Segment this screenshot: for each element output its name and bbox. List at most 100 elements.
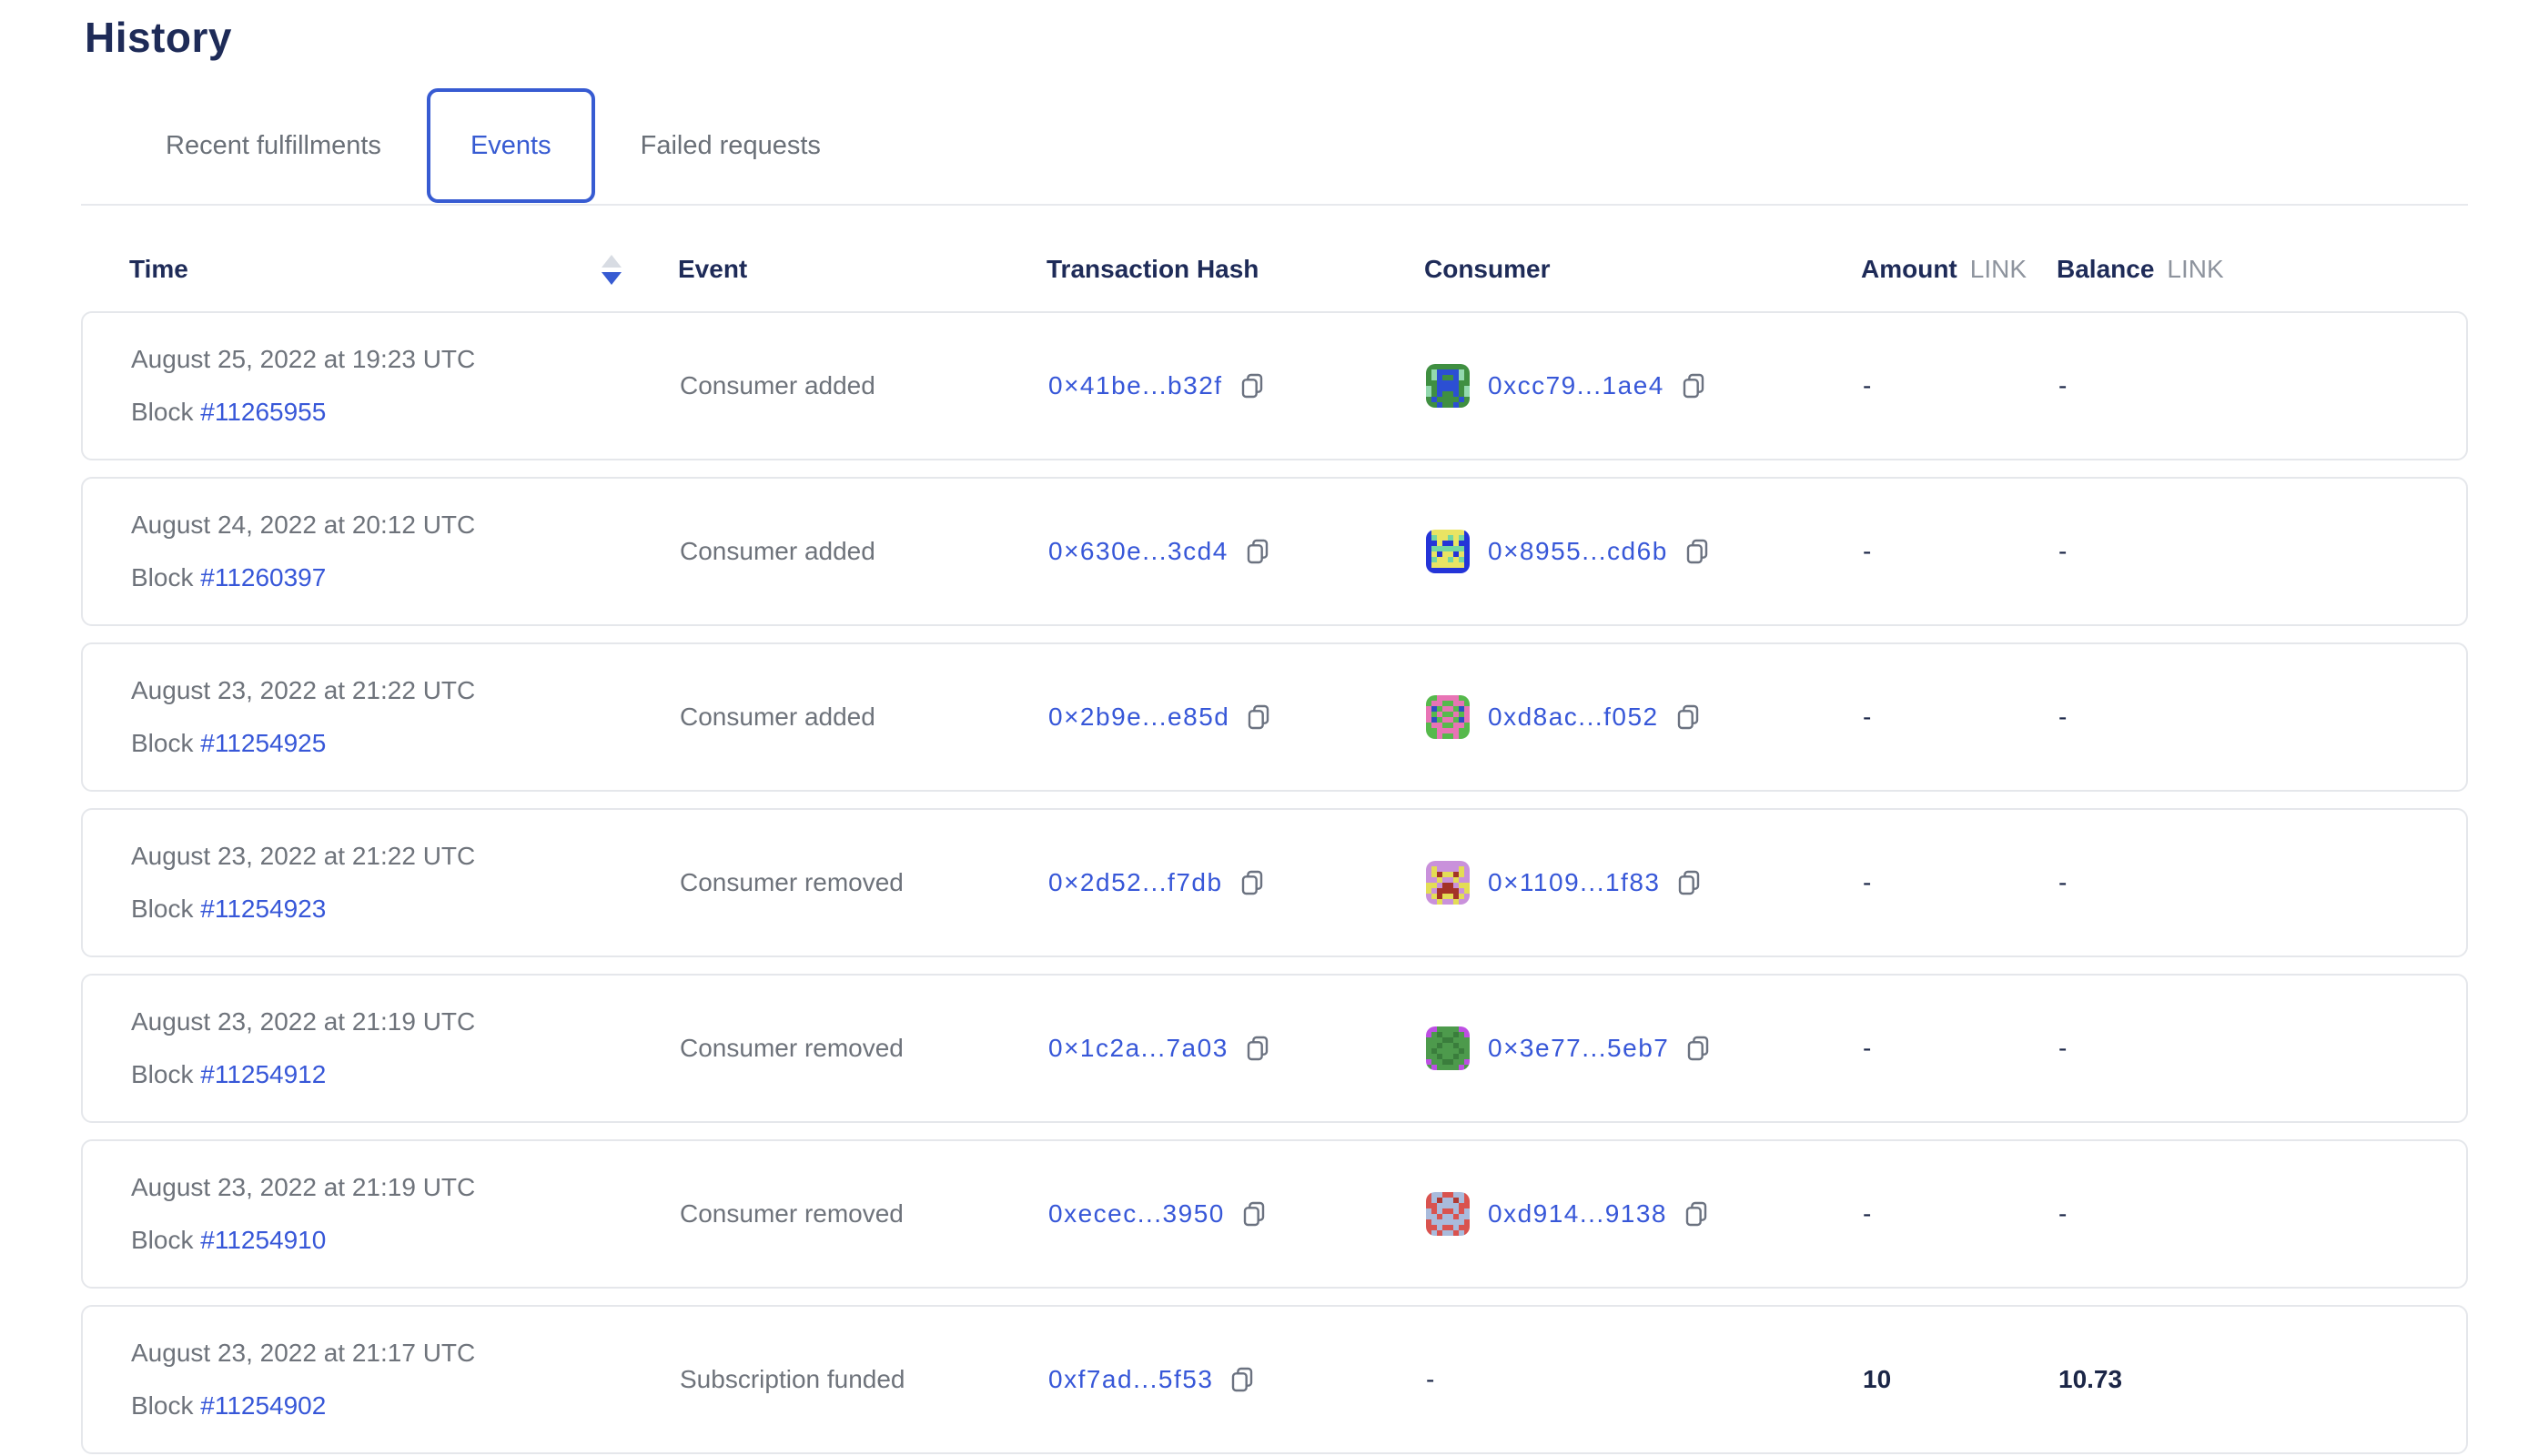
- balance-unit-label: LINK: [2167, 255, 2223, 284]
- event-rows: August 25, 2022 at 19:23 UTC Block #1126…: [81, 311, 2528, 1454]
- row-event: Consumer added: [680, 537, 875, 566]
- transaction-hash-cell: 0×2d52...f7db: [1048, 868, 1426, 897]
- copy-icon: [1243, 1034, 1272, 1063]
- consumer-identicon: [1426, 1192, 1470, 1236]
- copy-transaction-hash-button[interactable]: [1239, 1199, 1269, 1228]
- block-number-link[interactable]: #11254925: [200, 729, 326, 757]
- column-header-transaction-hash: Transaction Hash: [1047, 255, 1424, 284]
- tab-failed-requests[interactable]: Failed requests: [601, 131, 861, 161]
- copy-transaction-hash-button[interactable]: [1238, 371, 1267, 400]
- balance-cell: -: [2058, 371, 2470, 400]
- transaction-hash-link[interactable]: 0×2d52...f7db: [1048, 868, 1223, 897]
- table-row: August 23, 2022 at 21:22 UTC Block #1125…: [81, 642, 2468, 792]
- amount-cell: -: [1863, 1034, 2058, 1063]
- row-block: Block #11254923: [131, 895, 326, 924]
- row-date: August 25, 2022 at 19:23 UTC: [131, 345, 475, 374]
- transaction-hash-link[interactable]: 0xecec...3950: [1048, 1199, 1225, 1228]
- table-row: August 23, 2022 at 21:19 UTC Block #1125…: [81, 974, 2468, 1123]
- event-cell: Consumer added: [680, 371, 1048, 400]
- history-page: History Recent fulfillments Events Faile…: [0, 0, 2528, 1454]
- copy-transaction-hash-button[interactable]: [1243, 1034, 1272, 1063]
- consumer-identicon: [1426, 364, 1470, 408]
- row-event: Consumer removed: [680, 1034, 904, 1063]
- row-amount: -: [1863, 371, 1871, 400]
- transaction-hash-cell: 0xecec...3950: [1048, 1199, 1426, 1228]
- row-block: Block #11254910: [131, 1226, 326, 1255]
- transaction-hash-link[interactable]: 0×2b9e...e85d: [1048, 703, 1229, 732]
- copy-consumer-address-button[interactable]: [1674, 703, 1703, 732]
- consumer-address-link[interactable]: 0xd914...9138: [1488, 1199, 1667, 1228]
- consumer-address-link[interactable]: 0×3e77...5eb7: [1488, 1034, 1669, 1063]
- copy-icon: [1243, 537, 1272, 566]
- tab-events[interactable]: Events: [427, 88, 595, 203]
- block-number-link[interactable]: #11265955: [200, 398, 326, 426]
- block-number-link[interactable]: #11254910: [200, 1226, 326, 1254]
- copy-transaction-hash-button[interactable]: [1244, 703, 1273, 732]
- table-row: August 25, 2022 at 19:23 UTC Block #1126…: [81, 311, 2468, 460]
- transaction-hash-link[interactable]: 0×41be...b32f: [1048, 371, 1223, 400]
- row-event: Consumer added: [680, 703, 875, 732]
- block-number-link[interactable]: #11254912: [200, 1060, 326, 1088]
- transaction-hash-cell: 0×41be...b32f: [1048, 371, 1426, 400]
- event-cell: Consumer removed: [680, 1199, 1048, 1228]
- sort-desc-icon: [602, 272, 622, 285]
- time-cell: August 23, 2022 at 21:22 UTC Block #1125…: [131, 676, 680, 758]
- copy-icon: [1238, 868, 1267, 897]
- column-header-balance: Balance LINK: [2057, 255, 2468, 284]
- balance-cell: 10.73: [2058, 1365, 2470, 1394]
- sort-control[interactable]: [602, 255, 622, 285]
- balance-cell: -: [2058, 703, 2470, 732]
- copy-transaction-hash-button[interactable]: [1238, 868, 1267, 897]
- amount-unit-label: LINK: [1970, 255, 2027, 284]
- row-date: August 23, 2022 at 21:19 UTC: [131, 1173, 475, 1202]
- row-amount: 10: [1863, 1365, 1891, 1394]
- transaction-hash-link[interactable]: 0×1c2a...7a03: [1048, 1034, 1229, 1063]
- block-number-link[interactable]: #11254923: [200, 895, 326, 923]
- copy-icon: [1239, 1199, 1269, 1228]
- row-amount: -: [1863, 868, 1871, 897]
- copy-transaction-hash-button[interactable]: [1228, 1365, 1257, 1394]
- event-cell: Consumer added: [680, 703, 1048, 732]
- tab-bar: Recent fulfillments Events Failed reques…: [126, 87, 2528, 204]
- copy-icon: [1674, 868, 1704, 897]
- row-date: August 23, 2022 at 21:17 UTC: [131, 1339, 475, 1368]
- copy-consumer-address-button[interactable]: [1679, 371, 1708, 400]
- consumer-address-link[interactable]: 0×1109...1f83: [1488, 868, 1660, 897]
- consumer-identicon: [1426, 861, 1470, 905]
- copy-consumer-address-button[interactable]: [1683, 537, 1712, 566]
- event-cell: Consumer removed: [680, 1034, 1048, 1063]
- transaction-hash-link[interactable]: 0xf7ad...5f53: [1048, 1365, 1213, 1394]
- consumer-address-link[interactable]: 0xd8ac...f052: [1488, 703, 1659, 732]
- row-balance: -: [2058, 1034, 2067, 1063]
- row-balance: -: [2058, 537, 2067, 566]
- block-number-link[interactable]: #11254902: [200, 1391, 326, 1420]
- balance-cell: -: [2058, 537, 2470, 566]
- consumer-cell: 0×8955...cd6b: [1426, 530, 1863, 573]
- consumer-address-link[interactable]: 0×8955...cd6b: [1488, 537, 1668, 566]
- amount-cell: -: [1863, 703, 2058, 732]
- copy-consumer-address-button[interactable]: [1682, 1199, 1711, 1228]
- transaction-hash-cell: 0×1c2a...7a03: [1048, 1034, 1426, 1063]
- row-block: Block #11254925: [131, 729, 326, 758]
- time-cell: August 23, 2022 at 21:19 UTC Block #1125…: [131, 1007, 680, 1089]
- column-header-consumer: Consumer: [1424, 255, 1861, 284]
- copy-consumer-address-button[interactable]: [1684, 1034, 1713, 1063]
- copy-icon: [1683, 537, 1712, 566]
- copy-consumer-address-button[interactable]: [1674, 868, 1704, 897]
- consumer-address-link: -: [1426, 1365, 1434, 1394]
- consumer-cell: -: [1426, 1365, 1863, 1394]
- consumer-address-link[interactable]: 0xcc79...1ae4: [1488, 371, 1664, 400]
- transaction-hash-link[interactable]: 0×630e...3cd4: [1048, 537, 1229, 566]
- table-row: August 23, 2022 at 21:17 UTC Block #1125…: [81, 1305, 2468, 1454]
- block-number-link[interactable]: #11260397: [200, 563, 326, 592]
- table-row: August 23, 2022 at 21:22 UTC Block #1125…: [81, 808, 2468, 957]
- amount-cell: -: [1863, 1199, 2058, 1228]
- consumer-cell: 0xd914...9138: [1426, 1192, 1863, 1236]
- sort-asc-icon: [602, 255, 622, 268]
- event-cell: Consumer added: [680, 537, 1048, 566]
- balance-cell: -: [2058, 1034, 2470, 1063]
- column-header-time: Time: [129, 255, 678, 285]
- row-amount: -: [1863, 537, 1871, 566]
- copy-transaction-hash-button[interactable]: [1243, 537, 1272, 566]
- tab-recent-fulfillments[interactable]: Recent fulfillments: [126, 131, 421, 161]
